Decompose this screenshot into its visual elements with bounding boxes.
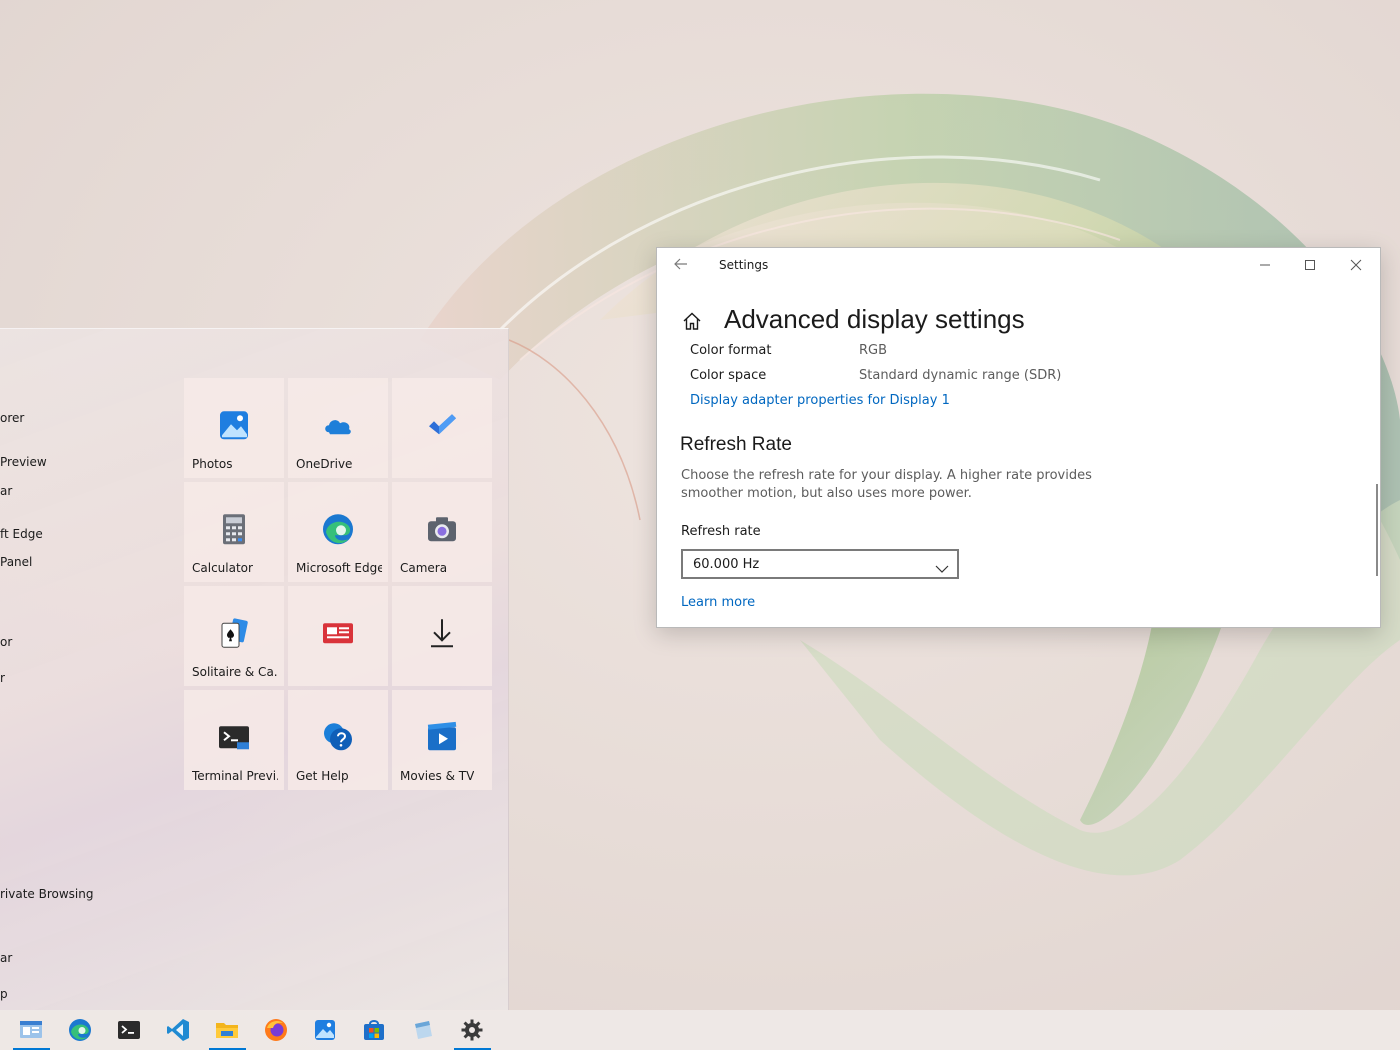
tile-microsoft-edge[interactable]: Microsoft Edge: [288, 482, 388, 582]
tile-label: Photos: [192, 457, 233, 471]
close-icon: [1350, 259, 1362, 271]
tile-get-help[interactable]: Get Help: [288, 690, 388, 790]
tile-label: Get Help: [296, 769, 349, 783]
start-icon: [20, 1021, 42, 1038]
tile-solitaire[interactable]: Solitaire & Ca...: [184, 586, 284, 686]
app-list-item[interactable]: ft Edge: [0, 527, 43, 541]
refresh-rate-selected-value: 60.000 Hz: [693, 557, 760, 572]
settings-window: Settings Advanced display settings Color…: [656, 247, 1381, 628]
app-list: orer Preview ar ft Edge Panel or r rivat…: [0, 329, 180, 1011]
tile-photos[interactable]: Photos: [184, 378, 284, 478]
maximize-icon: [1305, 260, 1315, 270]
taskbar-notepad-button[interactable]: [399, 1010, 448, 1050]
window-title: Settings: [719, 258, 769, 272]
maximize-button[interactable]: [1290, 252, 1330, 278]
solitaire-icon: [217, 616, 251, 650]
taskbar-edge-button[interactable]: [56, 1010, 105, 1050]
refresh-rate-label: Refresh rate: [681, 524, 761, 539]
app-list-item[interactable]: ar: [0, 951, 12, 965]
tile-calculator[interactable]: Calculator: [184, 482, 284, 582]
app-list-item[interactable]: p: [0, 987, 8, 1001]
start-menu: orer Preview ar ft Edge Panel or r rivat…: [0, 328, 509, 1011]
display-adapter-properties-link[interactable]: Display adapter properties for Display 1: [690, 393, 950, 408]
tile-terminal-preview[interactable]: Terminal Previ...: [184, 690, 284, 790]
app-list-item[interactable]: rivate Browsing: [0, 887, 94, 901]
scrollbar[interactable]: [1376, 484, 1378, 576]
onedrive-icon: [321, 408, 355, 442]
back-arrow-icon: [674, 258, 687, 270]
photos-icon: [217, 408, 251, 442]
taskbar-vscode-button[interactable]: [154, 1010, 203, 1050]
app-list-item[interactable]: r: [0, 671, 5, 685]
tile-label: Calculator: [192, 561, 253, 575]
calculator-icon: [217, 512, 251, 546]
taskbar-terminal-button[interactable]: [105, 1010, 154, 1050]
back-button[interactable]: [673, 256, 691, 274]
chevron-down-icon: [935, 559, 949, 578]
tile-todo[interactable]: [392, 378, 492, 478]
minimize-button[interactable]: [1245, 252, 1285, 278]
app-list-item[interactable]: or: [0, 635, 12, 649]
terminal-icon: [118, 1021, 140, 1039]
firefox-icon: [265, 1019, 287, 1041]
tile-onedrive[interactable]: OneDrive: [288, 378, 388, 478]
camera-icon: [425, 512, 459, 546]
app-list-item[interactable]: ar: [0, 484, 12, 498]
vscode-icon: [167, 1019, 189, 1041]
tile-camera[interactable]: Camera: [392, 482, 492, 582]
app-list-item[interactable]: Panel: [0, 555, 32, 569]
edge-icon: [321, 512, 355, 546]
get-help-icon: [321, 720, 355, 754]
tile-label: Microsoft Edge: [296, 561, 382, 575]
settings-icon: [461, 1019, 483, 1041]
terminal-icon: [217, 720, 251, 754]
todo-icon: [425, 408, 459, 442]
taskbar-file-explorer-button[interactable]: [203, 1010, 252, 1050]
taskbar-photos-button[interactable]: [301, 1010, 350, 1050]
learn-more-link[interactable]: Learn more: [681, 595, 755, 610]
notepad-icon: [415, 1021, 432, 1039]
file-explorer-icon: [216, 1023, 238, 1038]
tile-label: Terminal Previ...: [192, 769, 278, 783]
title-bar[interactable]: Settings: [657, 248, 1380, 282]
edge-icon: [69, 1019, 91, 1041]
movies-tv-icon: [425, 720, 459, 754]
color-space-value: Standard dynamic range (SDR): [859, 368, 1062, 383]
page-title: Advanced display settings: [724, 304, 1025, 334]
tile-movies-tv[interactable]: Movies & TV: [392, 690, 492, 790]
home-icon[interactable]: [681, 310, 703, 332]
photos-icon: [315, 1020, 335, 1040]
taskbar-firefox-button[interactable]: [252, 1010, 301, 1050]
tile-label: Movies & TV: [400, 769, 475, 783]
refresh-rate-heading: Refresh Rate: [680, 434, 792, 455]
tile-label: Camera: [400, 561, 448, 575]
download-icon: [425, 616, 459, 650]
tile-label: Solitaire & Ca...: [192, 665, 278, 679]
refresh-rate-dropdown[interactable]: 60.000 Hz: [681, 549, 959, 579]
app-list-item[interactable]: Preview: [0, 455, 47, 469]
taskbar-start-button[interactable]: [7, 1010, 56, 1050]
color-space-label: Color space: [690, 368, 767, 383]
close-button[interactable]: [1336, 252, 1376, 278]
taskbar: [0, 1010, 1400, 1050]
refresh-rate-description: Choose the refresh rate for your display…: [681, 468, 1092, 501]
news-icon: [321, 616, 355, 650]
taskbar-store-button[interactable]: [350, 1010, 399, 1050]
tile-downloads[interactable]: [392, 586, 492, 686]
app-list-item[interactable]: orer: [0, 411, 24, 425]
color-format-value: RGB: [859, 343, 888, 358]
color-format-label: Color format: [690, 343, 772, 358]
tile-news[interactable]: [288, 586, 388, 686]
taskbar-settings-button[interactable]: [448, 1010, 497, 1050]
tile-label: OneDrive: [296, 457, 353, 471]
store-icon: [364, 1020, 384, 1040]
minimize-icon: [1260, 264, 1270, 266]
